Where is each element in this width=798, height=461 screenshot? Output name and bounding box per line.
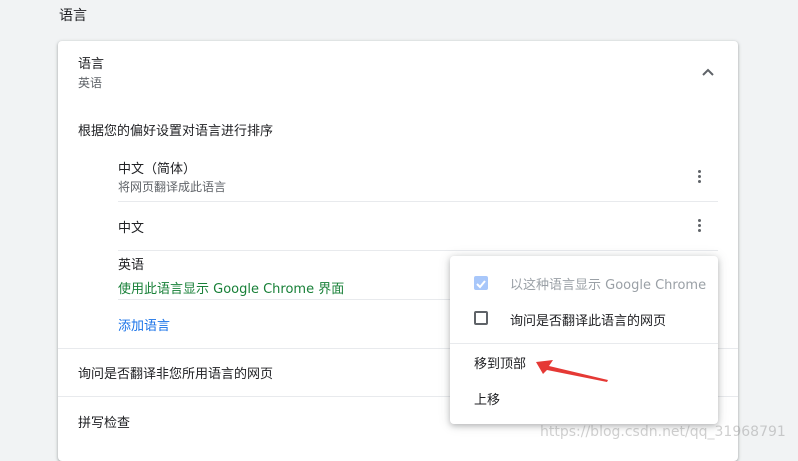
divider — [118, 250, 718, 251]
languages-header-value: 英语 — [78, 76, 103, 90]
divider — [118, 201, 718, 202]
menu-translate-language-label: 询问是否翻译此语言的网页 — [510, 314, 667, 329]
language-order-label: 根据您的偏好设置对语言进行排序 — [78, 124, 274, 139]
move-up-item[interactable]: 上移 — [474, 389, 500, 408]
language-name: 中文（简体） — [118, 162, 197, 177]
spellcheck-label[interactable]: 拼写检查 — [78, 412, 130, 431]
more-vert-icon[interactable] — [693, 217, 707, 235]
red-arrow-icon — [536, 360, 608, 382]
translate-language-checkbox[interactable] — [474, 311, 488, 325]
language-context-menu: 以这种语言显示 Google Chrome 询问是否翻译此语言的网页 移到顶部 … — [450, 256, 718, 424]
language-ui-label: 使用此语言显示 Google Chrome 界面 — [118, 282, 345, 297]
chevron-up-icon[interactable] — [701, 67, 715, 77]
menu-display-language-label: 以这种语言显示 Google Chrome — [510, 278, 707, 293]
languages-header-title[interactable]: 语言 — [78, 53, 104, 72]
section-title: 语言 — [59, 8, 87, 24]
watermark: https://blog.csdn.net/qq_31968791 — [540, 424, 786, 440]
language-name: 中文 — [118, 221, 145, 236]
language-subtitle: 将网页翻译成此语言 — [118, 180, 227, 194]
menu-divider — [450, 343, 718, 344]
move-to-top-item[interactable]: 移到顶部 — [474, 353, 526, 372]
display-language-checkbox[interactable] — [474, 276, 488, 290]
language-name: 英语 — [118, 258, 145, 273]
add-language-link[interactable]: 添加语言 — [118, 315, 170, 334]
more-vert-icon[interactable] — [693, 168, 707, 186]
translate-option-label[interactable]: 询问是否翻译非您所用语言的网页 — [78, 363, 273, 382]
check-icon — [476, 280, 486, 289]
